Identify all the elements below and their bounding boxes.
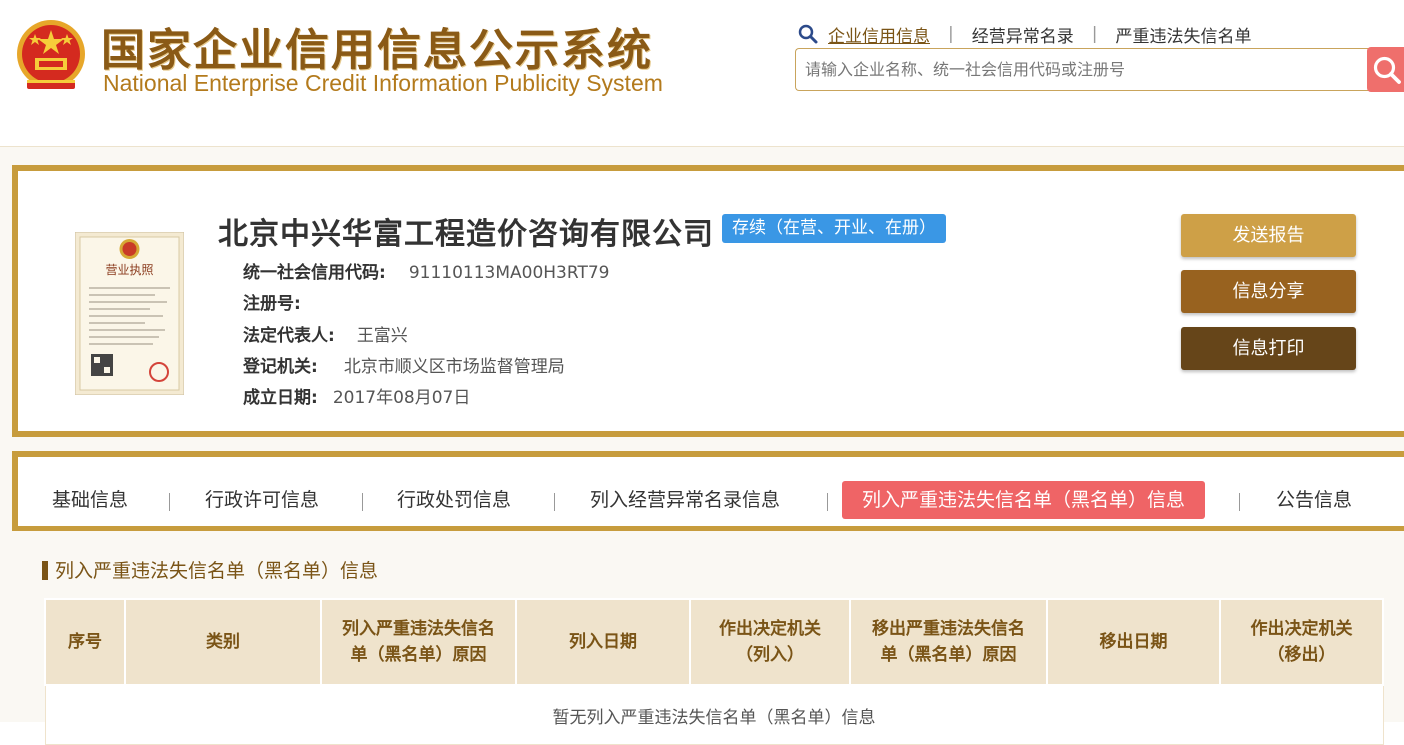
tab-separator <box>554 493 555 511</box>
column-header: 作出决定机关 （移出） <box>1219 598 1384 686</box>
search-magnifier-icon <box>798 24 818 44</box>
empty-table-message: 暂无列入严重违法失信名单（黑名单）信息 <box>44 684 1384 745</box>
nav-link-enterprise-credit[interactable]: 企业信用信息 <box>828 22 930 47</box>
search-icon <box>1373 56 1401 84</box>
top-nav: 企业信用信息 | 经营异常名录 | 严重违法失信名单 <box>797 21 1251 47</box>
table-header-row: 序号 类别 列入严重违法失信名 单（黑名单）原因 列入日期 作出决定机关 （列入） … <box>44 598 1384 686</box>
info-value: 91110113MA00H3RT79 <box>408 263 610 283</box>
table-row: 暂无列入严重违法失信名单（黑名单）信息 <box>44 684 1384 745</box>
company-name: 北京中兴华富工程造价咨询有限公司 <box>218 217 714 252</box>
site-title-cn: 国家企业信用信息公示系统 <box>101 25 653 76</box>
search-button[interactable] <box>1367 47 1404 92</box>
search-input[interactable] <box>796 49 1369 90</box>
share-info-button[interactable]: 信息分享 <box>1181 270 1356 313</box>
column-header: 移出日期 <box>1046 598 1221 686</box>
column-header: 列入日期 <box>515 598 691 686</box>
nav-link-abnormal-operation[interactable]: 经营异常名录 <box>972 22 1074 47</box>
company-info: 统一社会信用代码: 91110113MA00H3RT79 注册号: 法定代表人: 王… <box>243 258 609 414</box>
info-value: 北京市顺义区市场监督管理局 <box>343 356 565 377</box>
nav-separator: | <box>948 24 954 44</box>
info-value: 2017年08月07日 <box>332 388 471 409</box>
tab-blacklist[interactable]: 列入严重违法失信名单（黑名单）信息 <box>842 481 1206 519</box>
info-label: 注册号: <box>243 294 301 315</box>
info-label: 统一社会信用代码: <box>243 263 386 283</box>
info-label: 登记机关: <box>243 356 318 377</box>
info-row-establishment-date: 成立日期: 2017年08月07日 <box>243 383 609 414</box>
column-header: 列入严重违法失信名 单（黑名单）原因 <box>320 598 517 686</box>
nav-separator: | <box>1091 24 1098 44</box>
search-box <box>795 48 1369 91</box>
site-title-en: National Enterprise Credit Information P… <box>103 70 663 96</box>
header-divider <box>0 146 1404 147</box>
section-title-text: 列入严重违法失信名单（黑名单）信息 <box>55 560 379 582</box>
tab-separator <box>362 493 363 511</box>
company-card: 营业执照 北京中兴华富工程造价咨询有限公司 存续（在营、开业、在册） 统一社会信… <box>12 165 1404 437</box>
tab-admin-penalty[interactable]: 行政处罚信息 <box>397 481 511 519</box>
info-label: 法定代表人: <box>243 325 335 346</box>
print-info-button[interactable]: 信息打印 <box>1181 327 1356 370</box>
section-title: 列入严重违法失信名单（黑名单）信息 <box>42 558 378 584</box>
send-report-button[interactable]: 发送报告 <box>1181 214 1356 257</box>
nav-link-serious-violation[interactable]: 严重违法失信名单 <box>1115 22 1251 47</box>
column-header: 移出严重违法失信名 单（黑名单）原因 <box>849 598 1048 686</box>
blacklist-table: 序号 类别 列入严重违法失信名 单（黑名单）原因 列入日期 作出决定机关 （列入） … <box>44 598 1384 745</box>
info-row-registration-authority: 登记机关: 北京市顺义区市场监督管理局 <box>243 352 609 383</box>
tab-admin-license[interactable]: 行政许可信息 <box>205 481 319 519</box>
tab-announcements[interactable]: 公告信息 <box>1276 481 1352 519</box>
license-heading: 营业执照 <box>105 263 153 277</box>
business-license-image[interactable]: 营业执照 <box>75 232 184 395</box>
info-row-legal-representative: 法定代表人: 王富兴 <box>243 321 609 352</box>
tab-separator <box>827 493 828 511</box>
site-header: 国家企业信用信息公示系统 National Enterprise Credit … <box>0 0 1404 146</box>
info-tabs: 基础信息 行政许可信息 行政处罚信息 列入经营异常名录信息 列入严重违法失信名单… <box>12 451 1404 531</box>
tab-basic-info[interactable]: 基础信息 <box>52 481 128 519</box>
tab-separator <box>169 493 170 511</box>
column-header: 作出决定机关 （列入） <box>689 598 851 686</box>
national-emblem-icon <box>17 20 85 89</box>
info-row-credit-code: 统一社会信用代码: 91110113MA00H3RT79 <box>243 258 609 289</box>
section-title-bar <box>42 561 48 580</box>
column-header: 序号 <box>44 598 126 686</box>
tab-abnormal-operation[interactable]: 列入经营异常名录信息 <box>590 481 780 519</box>
status-badge: 存续（在营、开业、在册） <box>722 214 946 243</box>
column-header: 类别 <box>124 598 322 686</box>
info-row-registration-number: 注册号: <box>243 289 609 320</box>
info-label: 成立日期: <box>243 388 318 409</box>
info-value: 王富兴 <box>356 325 408 346</box>
tab-separator <box>1239 493 1240 511</box>
